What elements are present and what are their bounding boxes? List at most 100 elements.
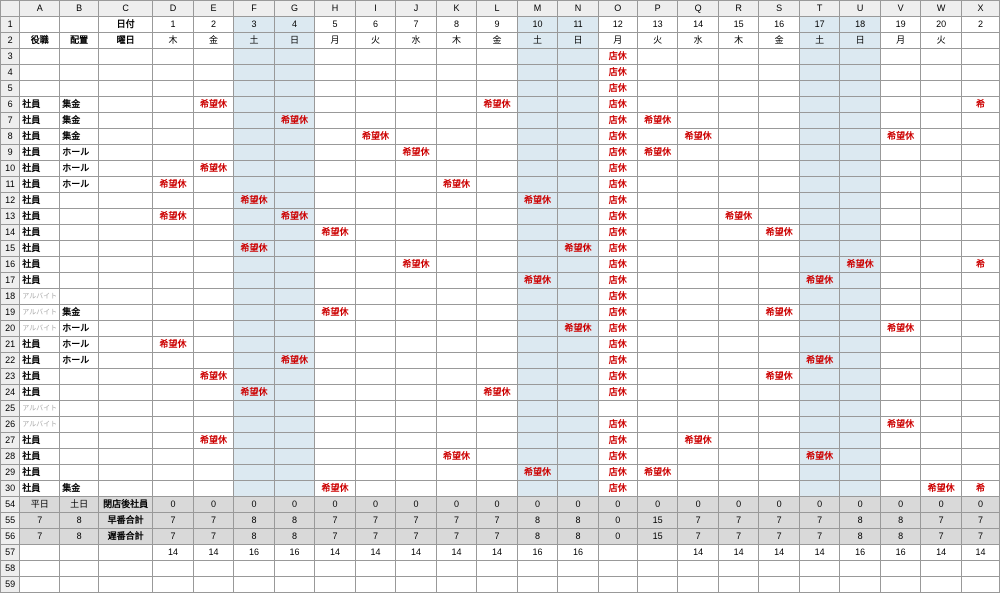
schedule-cell[interactable] bbox=[153, 161, 194, 177]
schedule-cell[interactable] bbox=[436, 49, 477, 65]
schedule-cell[interactable] bbox=[274, 449, 315, 465]
schedule-cell[interactable] bbox=[718, 65, 759, 81]
cell[interactable] bbox=[60, 17, 99, 33]
footer-value[interactable]: 0 bbox=[880, 497, 921, 513]
cell[interactable] bbox=[355, 577, 396, 593]
schedule-cell[interactable] bbox=[678, 417, 719, 433]
schedule-cell[interactable]: 希望休 bbox=[921, 481, 962, 497]
schedule-cell[interactable] bbox=[315, 417, 356, 433]
schedule-cell[interactable] bbox=[355, 161, 396, 177]
schedule-cell[interactable]: 希望休 bbox=[396, 145, 437, 161]
schedule-cell[interactable] bbox=[355, 113, 396, 129]
footer-value[interactable]: 7 bbox=[921, 529, 962, 545]
schedule-cell[interactable]: 希 bbox=[961, 97, 999, 113]
schedule-cell[interactable] bbox=[558, 209, 599, 225]
schedule-cell[interactable]: 希望休 bbox=[678, 433, 719, 449]
footer-value[interactable]: 14 bbox=[396, 545, 437, 561]
cell[interactable] bbox=[98, 561, 152, 577]
row-header[interactable]: 22 bbox=[1, 353, 20, 369]
schedule-cell[interactable] bbox=[637, 209, 678, 225]
schedule-cell[interactable] bbox=[799, 321, 840, 337]
row-header[interactable]: 14 bbox=[1, 225, 20, 241]
schedule-cell[interactable] bbox=[880, 337, 921, 353]
footer-value[interactable]: 0 bbox=[637, 497, 678, 513]
schedule-cell[interactable] bbox=[517, 177, 558, 193]
cell[interactable] bbox=[436, 577, 477, 593]
schedule-cell[interactable] bbox=[355, 97, 396, 113]
schedule-cell[interactable] bbox=[517, 385, 558, 401]
schedule-cell[interactable] bbox=[274, 417, 315, 433]
day-number[interactable]: 19 bbox=[880, 17, 921, 33]
schedule-cell[interactable] bbox=[799, 145, 840, 161]
footer-label[interactable]: 閉店後社員 bbox=[98, 497, 152, 513]
cell[interactable] bbox=[477, 561, 518, 577]
schedule-cell[interactable] bbox=[637, 193, 678, 209]
dow[interactable]: 火 bbox=[637, 33, 678, 49]
dow[interactable]: 土 bbox=[799, 33, 840, 49]
day-number[interactable]: 17 bbox=[799, 17, 840, 33]
schedule-cell[interactable] bbox=[517, 129, 558, 145]
role-cell[interactable]: 社員 bbox=[20, 145, 60, 161]
schedule-cell[interactable] bbox=[315, 209, 356, 225]
footer-value[interactable]: 7 bbox=[436, 513, 477, 529]
schedule-cell[interactable]: 希望休 bbox=[153, 337, 194, 353]
schedule-cell[interactable] bbox=[558, 177, 599, 193]
schedule-cell[interactable] bbox=[718, 225, 759, 241]
schedule-cell[interactable] bbox=[234, 81, 275, 97]
schedule-cell[interactable] bbox=[193, 209, 234, 225]
schedule-cell[interactable] bbox=[961, 369, 999, 385]
schedule-cell[interactable]: 希望休 bbox=[759, 225, 800, 241]
schedule-cell[interactable] bbox=[880, 433, 921, 449]
footer-value[interactable]: 7 bbox=[799, 529, 840, 545]
schedule-cell[interactable] bbox=[234, 113, 275, 129]
footer-value[interactable]: 14 bbox=[718, 545, 759, 561]
col-header[interactable]: L bbox=[477, 1, 518, 17]
schedule-cell[interactable] bbox=[517, 321, 558, 337]
footer-value[interactable]: 0 bbox=[598, 497, 637, 513]
schedule-cell[interactable] bbox=[759, 81, 800, 97]
schedule-cell[interactable] bbox=[840, 161, 881, 177]
schedule-cell[interactable] bbox=[921, 193, 962, 209]
schedule-cell[interactable]: 希望休 bbox=[234, 193, 275, 209]
cell[interactable] bbox=[355, 561, 396, 577]
schedule-cell[interactable] bbox=[477, 145, 518, 161]
schedule-cell[interactable] bbox=[517, 257, 558, 273]
schedule-cell[interactable] bbox=[558, 385, 599, 401]
schedule-cell[interactable] bbox=[234, 417, 275, 433]
cell[interactable] bbox=[921, 561, 962, 577]
schedule-cell[interactable] bbox=[355, 353, 396, 369]
day-number[interactable]: 12 bbox=[598, 17, 637, 33]
schedule-cell[interactable] bbox=[921, 465, 962, 481]
row-header[interactable]: 58 bbox=[1, 561, 20, 577]
schedule-cell[interactable] bbox=[558, 97, 599, 113]
schedule-cell[interactable] bbox=[637, 161, 678, 177]
schedule-cell[interactable] bbox=[678, 257, 719, 273]
cell[interactable] bbox=[98, 417, 152, 433]
role-cell[interactable]: 社員 bbox=[20, 385, 60, 401]
schedule-cell[interactable] bbox=[961, 321, 999, 337]
cell[interactable] bbox=[880, 561, 921, 577]
dow[interactable]: 火 bbox=[355, 33, 396, 49]
cell[interactable] bbox=[921, 577, 962, 593]
schedule-cell[interactable] bbox=[840, 337, 881, 353]
schedule-cell[interactable] bbox=[355, 65, 396, 81]
schedule-cell[interactable] bbox=[961, 433, 999, 449]
schedule-cell[interactable] bbox=[678, 81, 719, 97]
cell[interactable] bbox=[98, 305, 152, 321]
footer-label[interactable]: 8 bbox=[60, 513, 99, 529]
role-cell[interactable]: 社員 bbox=[20, 177, 60, 193]
schedule-cell[interactable] bbox=[274, 385, 315, 401]
cell[interactable] bbox=[517, 577, 558, 593]
schedule-cell[interactable] bbox=[193, 481, 234, 497]
schedule-cell[interactable] bbox=[436, 337, 477, 353]
schedule-cell[interactable] bbox=[921, 353, 962, 369]
day-number[interactable]: 15 bbox=[718, 17, 759, 33]
schedule-cell[interactable]: 希望休 bbox=[637, 145, 678, 161]
schedule-cell[interactable]: 希望休 bbox=[477, 385, 518, 401]
schedule-cell[interactable] bbox=[234, 449, 275, 465]
schedule-cell[interactable] bbox=[477, 305, 518, 321]
schedule-cell[interactable] bbox=[759, 289, 800, 305]
schedule-cell[interactable] bbox=[759, 417, 800, 433]
schedule-cell[interactable] bbox=[274, 289, 315, 305]
schedule-cell[interactable] bbox=[274, 129, 315, 145]
